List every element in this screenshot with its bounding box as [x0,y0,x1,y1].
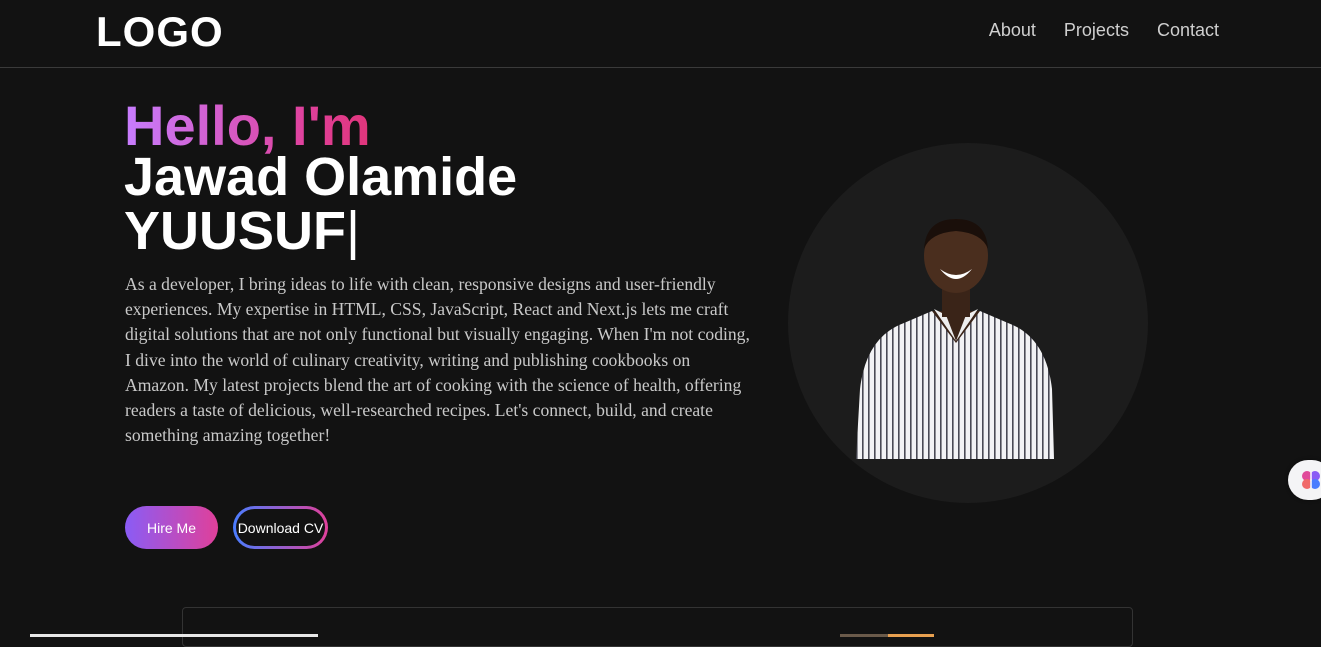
hero-buttons: Hire Me Download CV [125,506,328,549]
typing-cursor: | [346,201,361,261]
nav-link-projects[interactable]: Projects [1064,20,1129,41]
download-cv-button[interactable]: Download CV [236,509,325,546]
brain-icon [1302,471,1320,489]
download-cv-button-border[interactable]: Download CV [233,506,328,549]
logo[interactable]: LOGO [96,8,224,56]
side-widget[interactable] [1288,460,1321,500]
profile-photo-circle [788,143,1148,503]
hero-bio: As a developer, I bring ideas to life wi… [125,274,750,446]
next-section-card [182,607,1133,647]
nav-links: About Projects Contact [989,20,1219,41]
profile-photo [856,219,1054,459]
hero-name: Jawad Olamide YUUSUF| [124,150,684,258]
hero-name-text: Jawad Olamide YUUSUF [124,147,518,261]
navbar: LOGO About Projects Contact [0,0,1321,68]
nav-link-contact[interactable]: Contact [1157,20,1219,41]
nav-link-about[interactable]: About [989,20,1036,41]
hire-me-button[interactable]: Hire Me [125,506,218,549]
